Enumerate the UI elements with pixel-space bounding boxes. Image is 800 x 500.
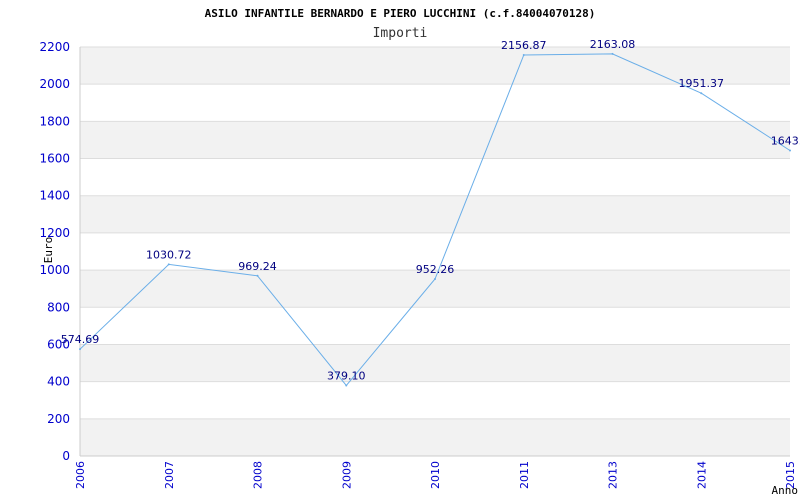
- y-tick-label: 1000: [39, 263, 70, 277]
- chart-title: ASILO INFANTILE BERNARDO E PIERO LUCCHIN…: [205, 7, 596, 20]
- data-point: [167, 263, 170, 266]
- data-point: [700, 92, 703, 95]
- background-band: [80, 121, 790, 159]
- y-tick-label: 1400: [39, 189, 70, 203]
- data-label: 2156.87: [501, 39, 547, 52]
- y-tick-label: 200: [47, 412, 70, 426]
- x-tick-label: 2007: [163, 461, 176, 489]
- x-tick-label: 2014: [695, 461, 708, 489]
- x-axis-label: Anno: [772, 484, 799, 497]
- x-tick-label: 2008: [252, 461, 265, 489]
- line-chart: 0200400600800100012001400160018002000220…: [39, 7, 800, 497]
- data-point: [256, 274, 259, 277]
- y-tick-label: 2200: [39, 40, 70, 54]
- background-band: [80, 195, 790, 233]
- y-tick-label: 0: [62, 449, 70, 463]
- data-point: [522, 54, 525, 57]
- data-label: 2163.08: [590, 38, 636, 51]
- x-tick-label: 2011: [518, 461, 531, 489]
- data-point: [434, 277, 436, 280]
- x-tick-label: 2013: [607, 461, 620, 489]
- data-label: 952.26: [416, 263, 455, 276]
- y-tick-label: 1800: [39, 114, 70, 128]
- y-axis-label: Euro: [42, 237, 55, 264]
- y-tick-label: 800: [47, 300, 70, 314]
- background-band: [80, 418, 790, 456]
- data-label: 1643.4: [771, 134, 800, 147]
- data-label: 379.10: [327, 370, 366, 383]
- data-label: 969.24: [238, 260, 277, 273]
- x-tick-label: 2010: [429, 461, 442, 489]
- data-point: [611, 52, 614, 55]
- data-label: 1030.72: [146, 248, 192, 261]
- data-point: [789, 149, 791, 152]
- background-band: [80, 344, 790, 382]
- x-tick-labels: 2006 2007 2008 2009 2010 2011 2013 2014 2015: [74, 461, 797, 489]
- data-label: 1951.37: [679, 77, 725, 90]
- y-tick-label: 400: [47, 375, 70, 389]
- x-tick-label: 2006: [74, 461, 87, 489]
- y-tick-label: 1600: [39, 152, 70, 166]
- data-point: [345, 384, 348, 387]
- data-label: 574.69: [61, 333, 100, 346]
- x-tick-label: 2009: [340, 461, 353, 489]
- y-tick-label: 2000: [39, 77, 70, 91]
- data-point: [79, 348, 81, 351]
- chart-subtitle: Importi: [373, 26, 428, 41]
